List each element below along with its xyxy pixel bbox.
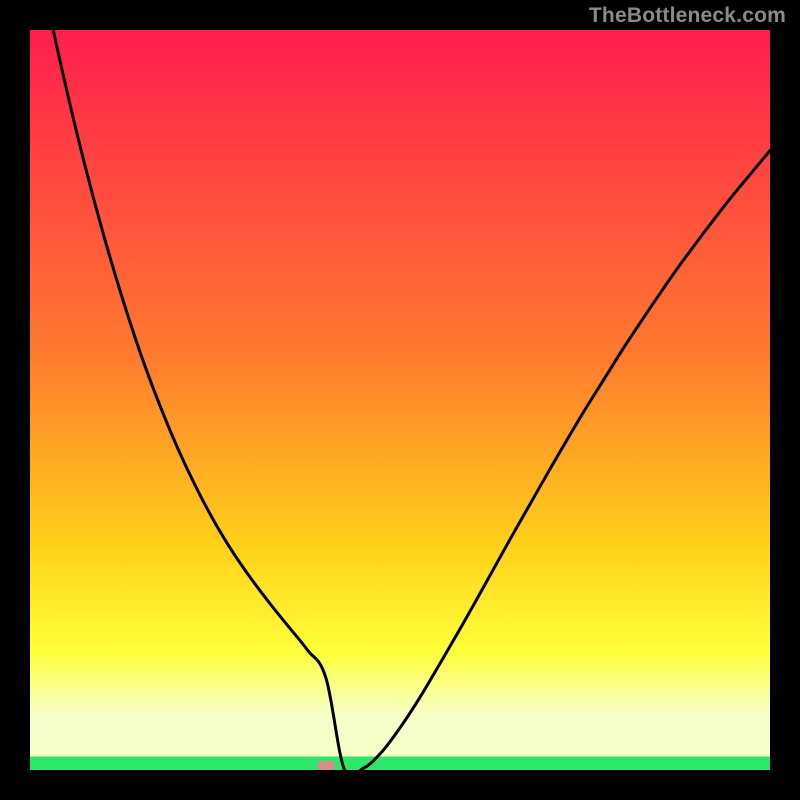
chart-frame: TheBottleneck.com [0,0,800,800]
minimum-marker [317,761,335,770]
bottleneck-curve [30,30,770,770]
plot-area [30,30,770,770]
watermark-text: TheBottleneck.com [589,4,786,28]
